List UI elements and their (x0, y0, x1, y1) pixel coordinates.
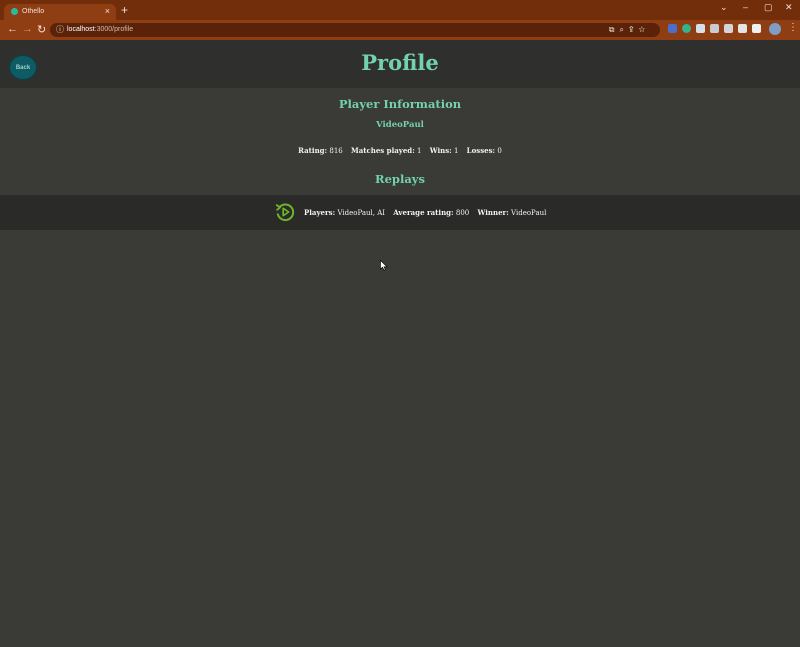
puzzle-icon[interactable] (738, 23, 747, 33)
stat-wins: Wins: 1 (429, 146, 459, 155)
browser-tab[interactable]: Othello × (4, 4, 116, 20)
page-title: Profile (361, 50, 439, 75)
tab-close-icon[interactable]: × (105, 6, 110, 16)
favicon-icon (11, 8, 18, 15)
player-stats: Rating: 816 Matches played: 1 Wins: 1 Lo… (0, 146, 800, 155)
player-info-title: Player Information (338, 97, 462, 111)
extension-icon[interactable] (696, 23, 705, 33)
stat-losses: Losses: 0 (466, 146, 502, 155)
site-info-icon[interactable]: ⓘ (56, 24, 64, 35)
stat-matches-played: Matches played: 1 (350, 146, 422, 155)
maximize-button[interactable]: ▢ (764, 2, 773, 13)
replay-average-rating: Average rating: 800 (393, 208, 470, 217)
omnibox-action-icons[interactable]: ⧉⌕⇪☆ (609, 25, 650, 35)
replay-icon[interactable] (274, 201, 296, 223)
minimize-button[interactable]: – (743, 2, 748, 12)
mouse-cursor-icon (380, 260, 388, 271)
kebab-menu-icon[interactable]: ⋮ (788, 22, 798, 33)
browser-titlebar: Othello × + ⌄ – ▢ ✕ (0, 0, 800, 20)
sidepanel-icon[interactable] (752, 23, 761, 33)
tab-search-button[interactable]: ⌄ (720, 2, 728, 13)
back-arrow-icon[interactable]: ← (7, 23, 18, 35)
reload-icon[interactable]: ↻ (37, 23, 46, 36)
replay-players: Players: VideoPaul, AI (304, 208, 386, 217)
replay-details: Players: VideoPaul, AI Average rating: 8… (304, 208, 552, 217)
forward-arrow-icon[interactable]: → (22, 23, 33, 35)
extension-icon[interactable] (724, 23, 733, 33)
extension-icon[interactable] (682, 23, 691, 33)
close-window-button[interactable]: ✕ (785, 2, 793, 13)
address-bar[interactable]: ⓘ localhost:3000/profile ⧉⌕⇪☆ (50, 23, 660, 37)
extension-icons[interactable] (668, 23, 766, 33)
profile-avatar-icon[interactable] (769, 23, 781, 35)
new-tab-button[interactable]: + (121, 3, 128, 17)
replays-title: Replays (375, 172, 425, 186)
replay-winner: Winner: VideoPaul (477, 208, 547, 217)
url-text: localhost:3000/profile (67, 26, 134, 33)
player-name: VideoPaul (376, 120, 424, 130)
extension-icon[interactable] (668, 23, 677, 33)
replay-row[interactable]: Players: VideoPaul, AI Average rating: 8… (0, 195, 800, 230)
stat-rating: Rating: 816 (298, 146, 343, 155)
extension-icon[interactable] (710, 23, 719, 33)
tab-title: Othello (22, 8, 45, 15)
